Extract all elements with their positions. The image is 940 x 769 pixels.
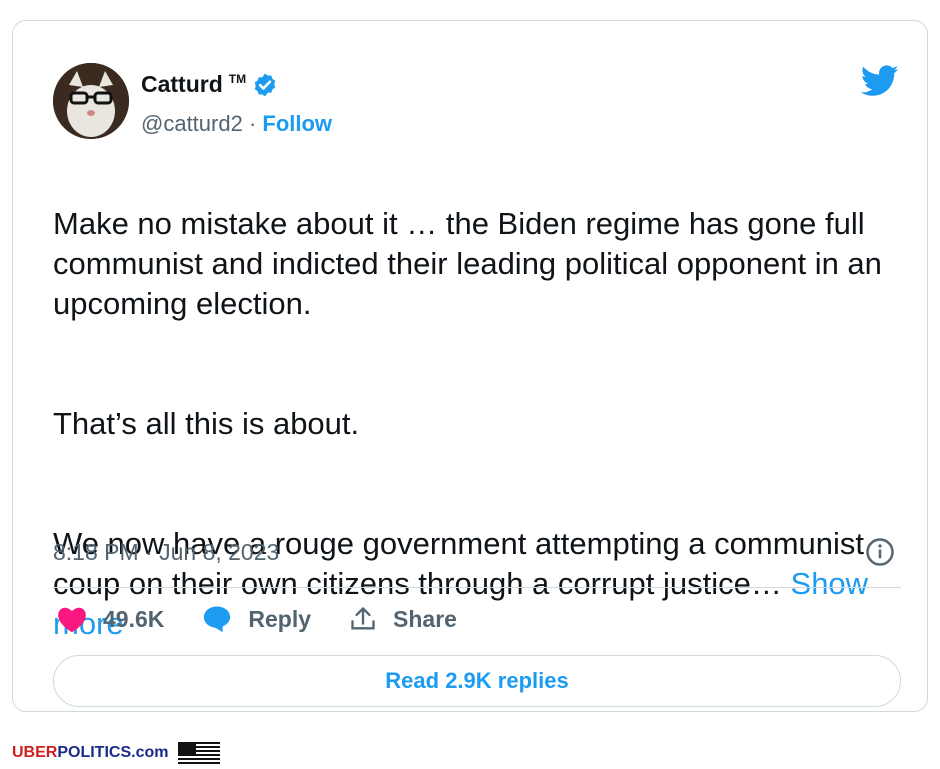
follow-button[interactable]: Follow: [262, 111, 332, 137]
trademark-label: TM: [228, 71, 247, 86]
heart-icon: [58, 607, 86, 633]
us-flag-icon: [178, 742, 221, 764]
brand-text-part1: UBER: [12, 744, 58, 761]
action-bar: 49.6K Reply Share: [57, 605, 495, 633]
reply-label: Reply: [248, 605, 312, 632]
like-button[interactable]: 49.6K: [57, 605, 164, 633]
tweet-card: Catturd TM @catturd2 · Follow Make no mi…: [12, 20, 928, 712]
reply-bubble-icon: [204, 606, 231, 633]
verified-badge-icon: [252, 72, 278, 98]
like-count: 49.6K: [103, 605, 165, 632]
tweet-paragraph: That’s all this is about.: [53, 406, 360, 441]
brand-text-part2: POLITICS.com: [57, 744, 169, 761]
user-handle[interactable]: @catturd2: [141, 111, 243, 137]
avatar[interactable]: [53, 63, 129, 139]
site-branding: UBER POLITICS.com: [12, 742, 221, 764]
share-icon: [351, 607, 375, 630]
share-label: Share: [393, 605, 457, 632]
display-name[interactable]: Catturd: [141, 71, 223, 98]
twitter-bird-icon[interactable]: [860, 65, 899, 97]
share-button[interactable]: Share: [349, 605, 457, 633]
divider: [53, 587, 901, 588]
tweet-paragraph: Make no mistake about it … the Biden reg…: [53, 206, 882, 321]
info-icon[interactable]: [865, 537, 895, 567]
reply-button[interactable]: Reply: [202, 605, 311, 633]
tweet-timestamp[interactable]: 8:18 PM · Jun 8, 2023: [53, 539, 279, 566]
handle-row: @catturd2 · Follow: [141, 111, 332, 137]
user-name-row: Catturd TM: [141, 71, 278, 98]
handle-separator: ·: [242, 111, 263, 136]
read-replies-button[interactable]: Read 2.9K replies: [53, 655, 901, 707]
